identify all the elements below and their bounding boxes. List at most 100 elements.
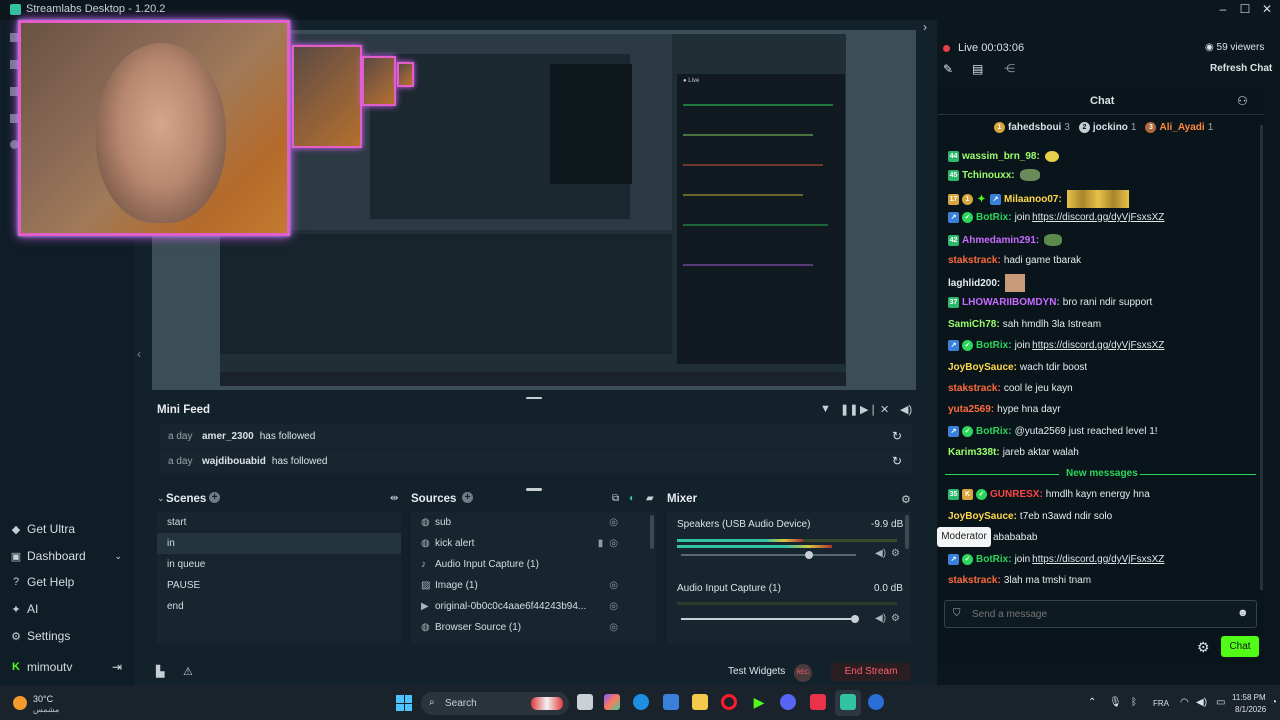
send-chat-button[interactable]: Chat: [1221, 636, 1259, 657]
collapse-scenes-icon[interactable]: ⌄: [157, 493, 165, 504]
battery-icon[interactable]: ▭: [1216, 697, 1225, 708]
chat-settings-icon[interactable]: ⚙: [1197, 639, 1210, 656]
speaker-icon[interactable]: ◀): [875, 613, 886, 624]
channel-settings-icon[interactable]: ⚙: [891, 548, 900, 559]
mute-alerts-icon[interactable]: ✕: [880, 403, 889, 416]
stream-info-icon[interactable]: ▤: [972, 62, 983, 76]
end-stream-button[interactable]: End Stream: [831, 663, 911, 681]
scene-item-selected[interactable]: in: [157, 533, 401, 554]
chat-users-icon[interactable]: ⚇: [1237, 94, 1248, 108]
source-item[interactable]: ◍ Browser Source (1) ◎: [411, 617, 656, 638]
lock-icon[interactable]: ▮: [598, 538, 604, 549]
chat-username[interactable]: stakstrack:: [948, 575, 1001, 586]
chat-username[interactable]: Tchinouxx:: [962, 170, 1015, 181]
source-item[interactable]: ▨ Image (1) ◎: [411, 575, 656, 596]
resize-handle[interactable]: [526, 488, 542, 491]
visibility-icon[interactable]: ◎: [609, 622, 618, 633]
minimize-button[interactable]: –: [1215, 2, 1231, 18]
chat-username[interactable]: BotRix:: [976, 340, 1012, 351]
emoji-icon[interactable]: ☻: [1237, 607, 1249, 619]
chat-username[interactable]: Karim338t:: [948, 447, 1000, 458]
chat-username[interactable]: stakstrack:: [948, 255, 1001, 266]
wifi-icon[interactable]: ◠: [1180, 697, 1189, 708]
speaker-icon[interactable]: ◀): [875, 548, 886, 559]
logout-icon[interactable]: ⇥: [112, 660, 122, 674]
nav-dashboard[interactable]: ▣ Dashboard ⌄: [0, 543, 134, 569]
chat-username[interactable]: Ahmedamin291:: [962, 235, 1039, 246]
share-icon[interactable]: ⋲: [1004, 62, 1015, 75]
chat-username[interactable]: LHOWARIIBOMDYN:: [962, 297, 1060, 308]
channel-settings-icon[interactable]: ⚙: [891, 613, 900, 624]
bluetooth-icon[interactable]: ᛒ: [1131, 697, 1137, 708]
tray-chevron-up-icon[interactable]: ⌃: [1088, 697, 1096, 708]
chat-username[interactable]: laghlid200:: [948, 278, 1000, 289]
chat-username[interactable]: JoyBoySauce:: [948, 511, 1017, 522]
record-button[interactable]: REC: [794, 664, 812, 682]
task-view-icon[interactable]: [577, 694, 593, 710]
repeat-alert-icon[interactable]: ↻: [892, 429, 902, 443]
refresh-chat-button[interactable]: Refresh Chat: [1210, 63, 1272, 74]
chat-username[interactable]: stakstrack:: [948, 383, 1001, 394]
add-source-button[interactable]: +: [462, 492, 473, 503]
chat-username[interactable]: wassim_brn_98:: [962, 151, 1040, 162]
chat-scrollbar[interactable]: [1260, 125, 1263, 590]
volume-tray-icon[interactable]: ◀): [1196, 697, 1207, 708]
selective-recording-icon[interactable]: ◐: [629, 493, 635, 504]
windows-start-icon[interactable]: [396, 695, 412, 711]
close-button[interactable]: ✕: [1259, 2, 1275, 18]
chat-link[interactable]: https://discord.gg/dyVjFsxsXZ: [1032, 212, 1164, 223]
pause-icon[interactable]: ❚❚: [840, 403, 858, 416]
clock-date[interactable]: 8/1/2026: [1235, 705, 1266, 714]
chat-username[interactable]: JoyBoySauce:: [948, 362, 1017, 373]
chat-username[interactable]: BotRix:: [976, 212, 1012, 223]
scene-item[interactable]: in queue: [157, 554, 401, 575]
pocket-icon[interactable]: [810, 694, 826, 710]
add-scene-button[interactable]: +: [209, 492, 220, 503]
volume-slider-knob[interactable]: [805, 551, 813, 559]
weather-sun-icon[interactable]: [13, 696, 27, 710]
visibility-icon[interactable]: ◎: [609, 517, 618, 528]
maximize-button[interactable]: ☐: [1237, 2, 1253, 18]
chat-username[interactable]: GUNRESX:: [990, 489, 1043, 500]
scene-transitions-icon[interactable]: ⇹: [390, 493, 398, 504]
chat-link[interactable]: https://discord.gg/dyVjFsxsXZ: [1032, 340, 1164, 351]
visibility-icon[interactable]: ◎: [609, 580, 618, 591]
notification-bell-icon[interactable]: ◔: [1271, 697, 1277, 708]
copilot-icon[interactable]: [604, 694, 620, 710]
skip-icon[interactable]: ▶❘: [860, 403, 878, 416]
steam-icon[interactable]: [868, 694, 884, 710]
mixer-scrollbar[interactable]: [905, 515, 909, 549]
play-store-icon[interactable]: ▶: [751, 694, 767, 710]
source-group-icon[interactable]: ⧉: [612, 493, 619, 504]
microphone-tray-icon[interactable]: 🎙: [1109, 697, 1122, 708]
streamlabs-taskbar-icon[interactable]: [840, 694, 856, 710]
performance-icon[interactable]: ▙: [156, 665, 164, 678]
source-item[interactable]: ◍ kick alert ▮ ◎: [411, 533, 656, 554]
volume-icon[interactable]: ◀): [900, 403, 912, 416]
chat-link[interactable]: https://discord.gg/dyVjFsxsXZ: [1032, 554, 1164, 565]
volume-slider-knob[interactable]: [851, 615, 859, 623]
opera-icon[interactable]: [721, 694, 737, 710]
chat-username[interactable]: yuta2569:: [948, 404, 994, 415]
clock-time[interactable]: 11:58 PM: [1232, 693, 1266, 702]
chat-username[interactable]: SamiCh78:: [948, 319, 1000, 330]
edge-icon[interactable]: [633, 694, 649, 710]
add-folder-icon[interactable]: ▰: [646, 493, 654, 504]
edit-stream-icon[interactable]: ✎: [943, 62, 953, 76]
discord-icon[interactable]: [780, 694, 796, 710]
volume-slider[interactable]: [681, 554, 856, 556]
nav-settings[interactable]: ⚙ Settings: [0, 623, 134, 649]
store-icon[interactable]: [663, 694, 679, 710]
nav-get-help[interactable]: ? Get Help: [0, 569, 134, 595]
repeat-alert-icon[interactable]: ↻: [892, 454, 902, 468]
chat-username[interactable]: BotRix:: [976, 426, 1012, 437]
chat-message-input[interactable]: [972, 606, 1222, 622]
source-item[interactable]: ▶ original-0b0c0c4aae6f44243b94... ◎: [411, 596, 656, 617]
scene-item[interactable]: start: [157, 512, 401, 533]
language-indicator[interactable]: FRA: [1153, 699, 1169, 708]
chat-username[interactable]: BotRix:: [976, 554, 1012, 565]
scene-item[interactable]: end: [157, 596, 401, 617]
nav-get-ultra[interactable]: ◆ Get Ultra: [0, 516, 134, 542]
test-widgets-button[interactable]: Test Widgets: [728, 666, 785, 677]
notifications-icon[interactable]: ⚠: [183, 665, 193, 678]
